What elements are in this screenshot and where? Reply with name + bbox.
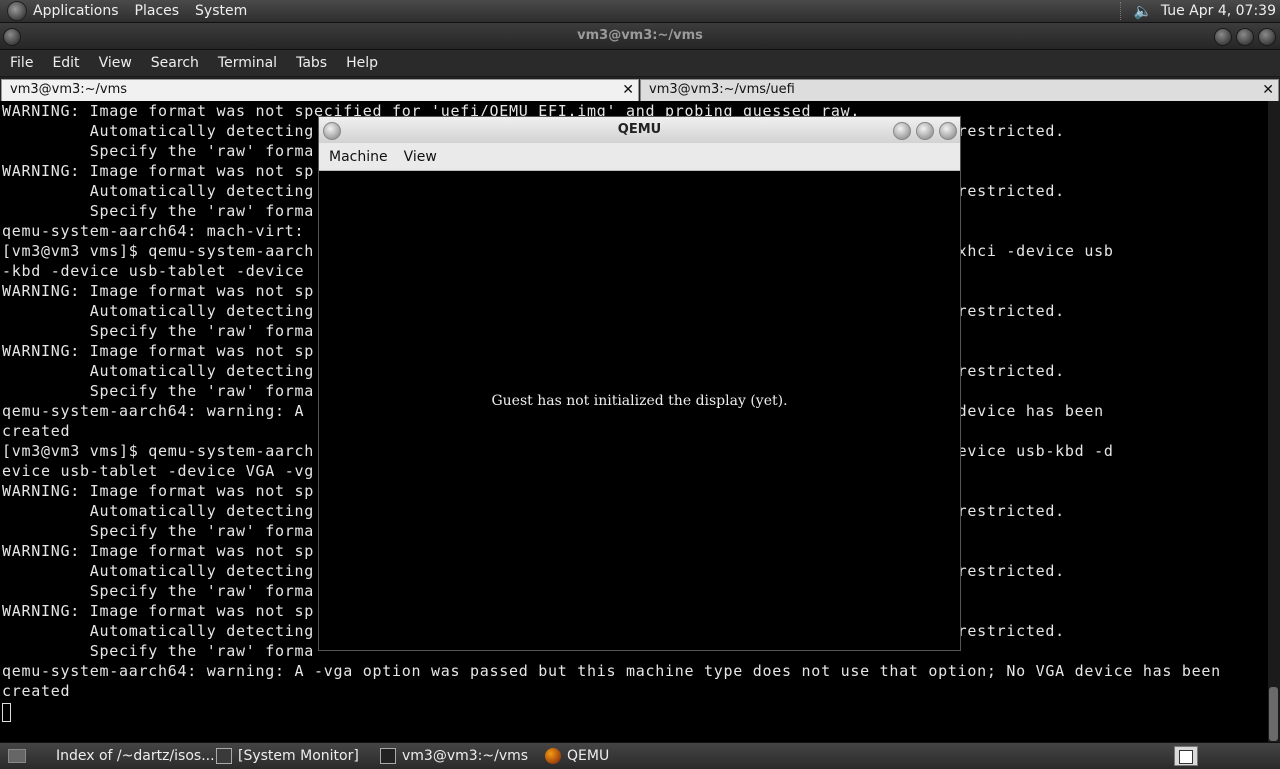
terminal-window-title: vm3@vm3:~/vms: [577, 28, 703, 43]
qemu-titlebar[interactable]: QEMU: [319, 117, 960, 143]
show-desktop-button[interactable]: [4, 745, 36, 767]
qemu-menu-machine[interactable]: Machine: [329, 149, 388, 165]
chrome-icon: [44, 748, 50, 764]
terminal-line: WARNING: Image format was not sp: [2, 162, 315, 180]
terminal-icon: [380, 748, 396, 764]
terminal-line: qemu-system-aarch64: warning: A -vga opt…: [2, 662, 1221, 680]
tab-vms-uefi[interactable]: vm3@vm3:~/vms/uefi ✕: [640, 79, 1279, 101]
system-monitor-icon: [216, 748, 232, 764]
taskbar-item-label: [System Monitor]: [238, 748, 359, 764]
guest-display-message: Guest has not initialized the display (y…: [491, 393, 788, 409]
terminal-line: Specify the 'raw' forma: [2, 202, 315, 220]
panel-separator: [1119, 2, 1125, 20]
terminal-scrollbar[interactable]: [1268, 101, 1280, 742]
terminal-line: WARNING: Image format was not sp: [2, 482, 315, 500]
workspace-switcher[interactable]: [1174, 746, 1198, 766]
minimize-icon[interactable]: [1214, 28, 1232, 46]
gnome-foot-icon[interactable]: [7, 1, 27, 21]
tab-close-icon[interactable]: ✕: [622, 82, 634, 98]
terminal-menubar: File Edit View Search Terminal Tabs Help: [0, 50, 1280, 77]
close-icon[interactable]: [1258, 28, 1276, 46]
tab-vms[interactable]: vm3@vm3:~/vms ✕: [1, 79, 639, 101]
maximize-icon[interactable]: [916, 122, 934, 140]
top-panel: Applications Places System 🔈 Tue Apr 4, …: [0, 0, 1280, 23]
terminal-line: WARNING: Image format was not sp: [2, 602, 315, 620]
system-menu[interactable]: System: [195, 3, 247, 19]
taskbar-item-label: QEMU: [567, 748, 610, 764]
terminal-line: Specify the 'raw' forma: [2, 142, 315, 160]
show-desktop-icon: [8, 749, 26, 763]
terminal-line: WARNING: Image format was not sp: [2, 282, 315, 300]
maximize-icon[interactable]: [1236, 28, 1254, 46]
terminal-line: WARNING: Image format was not sp: [2, 542, 315, 560]
terminal-line: Specify the 'raw' forma: [2, 322, 315, 340]
close-icon[interactable]: [939, 122, 957, 140]
menu-tabs[interactable]: Tabs: [296, 55, 327, 71]
terminal-line: Specify the 'raw' forma: [2, 642, 315, 660]
qemu-window[interactable]: QEMU Machine View Guest has not initiali…: [318, 116, 961, 651]
tab-label: vm3@vm3:~/vms: [10, 82, 128, 97]
qemu-menu-view[interactable]: View: [404, 149, 437, 165]
terminal-line: Specify the 'raw' forma: [2, 382, 315, 400]
clock[interactable]: Tue Apr 4, 07:39: [1161, 3, 1276, 19]
taskbar-item-browser[interactable]: Index of /~dartz/isos...: [40, 745, 215, 767]
tab-label: vm3@vm3:~/vms/uefi: [649, 82, 795, 97]
menu-terminal[interactable]: Terminal: [218, 55, 277, 71]
menu-edit[interactable]: Edit: [52, 55, 79, 71]
qemu-window-title: QEMU: [617, 122, 662, 137]
tab-bar: vm3@vm3:~/vms ✕ vm3@vm3:~/vms/uefi ✕: [0, 77, 1280, 101]
taskbar-item-label: vm3@vm3:~/vms: [402, 748, 529, 764]
qemu-icon: [545, 748, 561, 764]
taskbar-item-label: Index of /~dartz/isos...: [56, 748, 215, 764]
terminal-line: Specify the 'raw' forma: [2, 522, 315, 540]
scrollbar-thumb[interactable]: [1269, 687, 1278, 741]
taskbar-item-qemu[interactable]: QEMU: [541, 745, 669, 767]
menu-file[interactable]: File: [10, 55, 33, 71]
terminal-line: created: [2, 422, 71, 440]
tab-close-icon[interactable]: ✕: [1262, 82, 1274, 98]
terminal-cursor: [2, 703, 11, 722]
taskbar-item-system-monitor[interactable]: [System Monitor]: [212, 745, 372, 767]
terminal-line: created: [2, 682, 71, 700]
terminal-titlebar[interactable]: vm3@vm3:~/vms: [0, 23, 1280, 50]
terminal-line: WARNING: Image format was not sp: [2, 342, 315, 360]
workspace-1[interactable]: [1179, 750, 1193, 764]
terminal-line: Specify the 'raw' forma: [2, 582, 315, 600]
menu-help[interactable]: Help: [346, 55, 378, 71]
terminal-line: qemu-system-aarch64: mach-virt:: [2, 222, 305, 240]
qemu-menubar: Machine View: [319, 143, 960, 171]
applications-menu[interactable]: Applications: [33, 3, 119, 19]
bottom-panel: Index of /~dartz/isos... [System Monitor…: [0, 742, 1280, 769]
menu-search[interactable]: Search: [151, 55, 199, 71]
menu-view[interactable]: View: [99, 55, 132, 71]
places-menu[interactable]: Places: [135, 3, 180, 19]
taskbar-item-terminal[interactable]: vm3@vm3:~/vms: [376, 745, 537, 767]
minimize-icon[interactable]: [893, 122, 911, 140]
speaker-icon[interactable]: 🔈: [1133, 2, 1153, 20]
